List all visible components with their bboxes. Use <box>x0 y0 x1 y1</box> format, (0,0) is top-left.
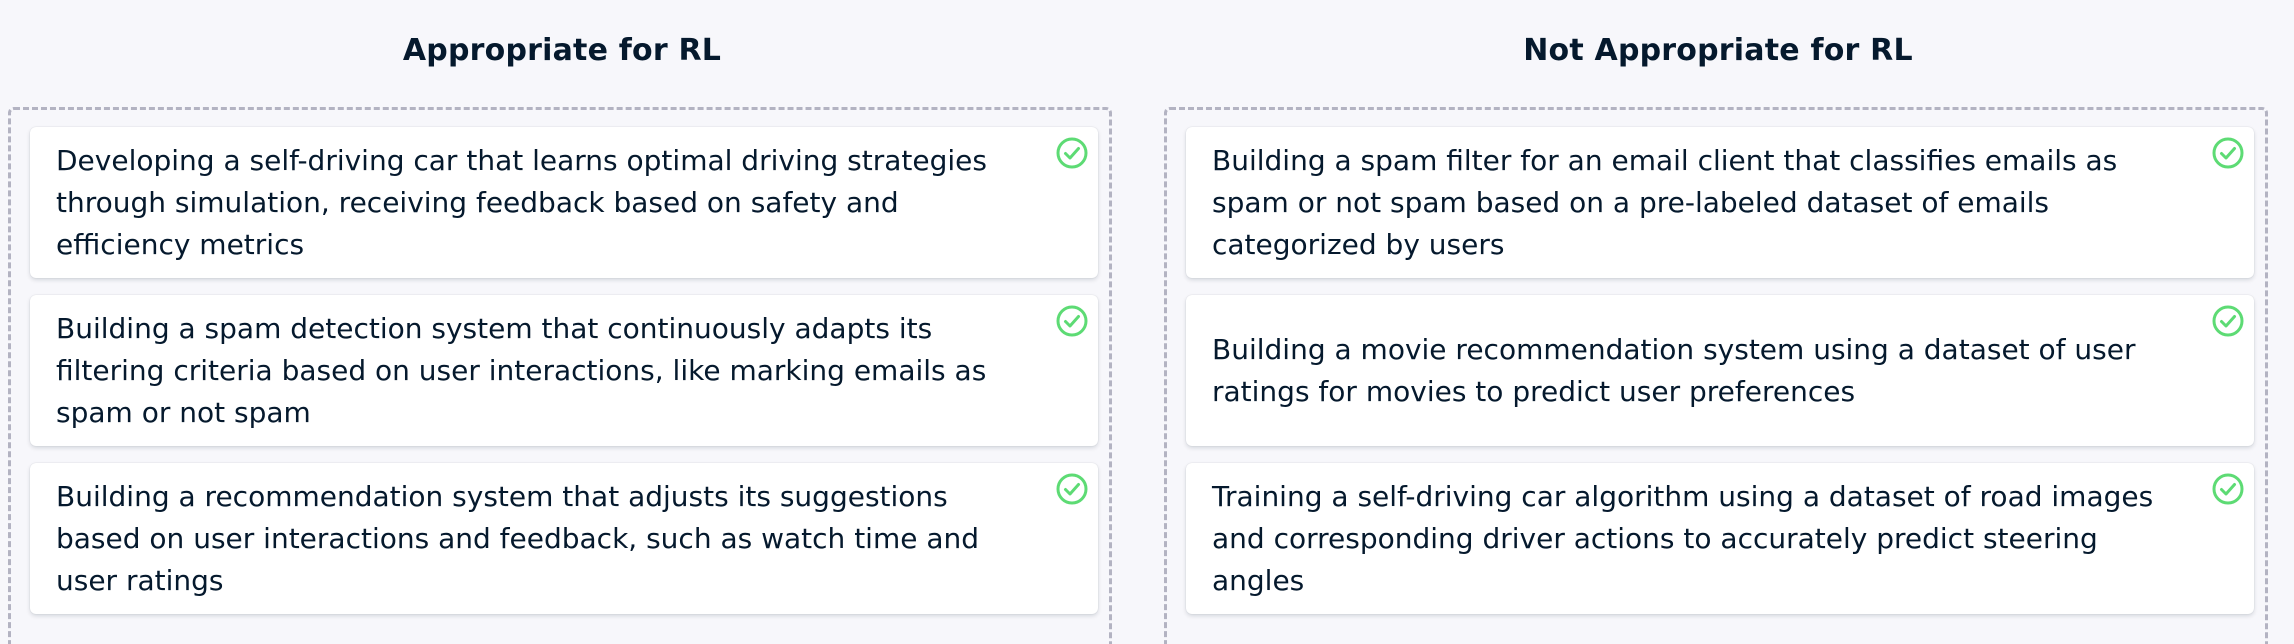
card-text: Building a recommendation system that ad… <box>56 479 980 597</box>
draggable-card[interactable]: Building a spam detection system that co… <box>30 295 1098 446</box>
dropzone-not-appropriate-for-rl[interactable]: Building a spam filter for an email clie… <box>1164 107 2268 644</box>
card-text: Developing a self-driving car that learn… <box>56 143 987 261</box>
column-not-appropriate-for-rl: Not Appropriate for RL Building a spam f… <box>1164 0 2272 644</box>
check-circle-icon <box>1056 473 1088 505</box>
check-circle-icon <box>1056 137 1088 169</box>
draggable-card[interactable]: Developing a self-driving car that learn… <box>30 127 1098 278</box>
column-title: Appropriate for RL <box>402 32 722 68</box>
check-circle-icon <box>2212 473 2244 505</box>
card-text: Training a self-driving car algorithm us… <box>1212 479 2154 597</box>
column-title: Not Appropriate for RL <box>1523 32 1913 68</box>
card-text: Building a spam filter for an email clie… <box>1212 143 2118 261</box>
check-circle-icon <box>2212 305 2244 337</box>
drag-drop-board: Appropriate for RL Developing a self-dri… <box>0 0 2294 644</box>
draggable-card[interactable]: Building a recommendation system that ad… <box>30 463 1098 614</box>
dropzone-appropriate-for-rl[interactable]: Developing a self-driving car that learn… <box>8 107 1112 644</box>
column-appropriate-for-rl: Appropriate for RL Developing a self-dri… <box>8 0 1116 644</box>
draggable-card[interactable]: Building a spam filter for an email clie… <box>1186 127 2254 278</box>
draggable-card[interactable]: Building a movie recommendation system u… <box>1186 295 2254 446</box>
card-text: Building a spam detection system that co… <box>56 311 987 429</box>
check-circle-icon <box>1056 305 1088 337</box>
check-circle-icon <box>2212 137 2244 169</box>
card-text: Building a movie recommendation system u… <box>1212 332 2136 408</box>
draggable-card[interactable]: Training a self-driving car algorithm us… <box>1186 463 2254 614</box>
